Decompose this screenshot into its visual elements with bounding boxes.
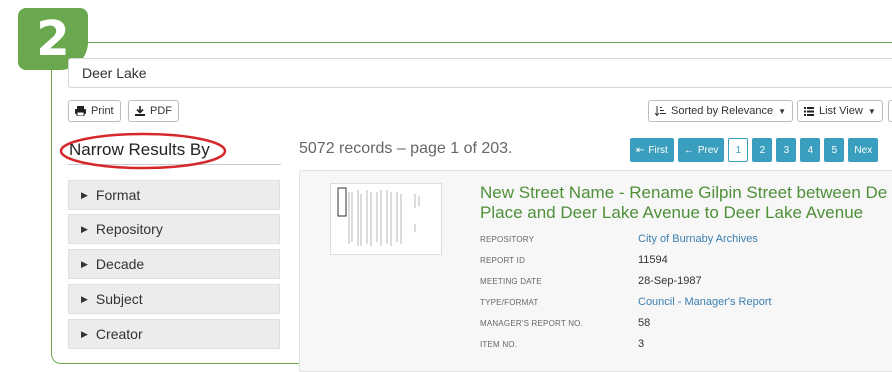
pdf-label: PDF	[150, 105, 172, 117]
facet-decade[interactable]: ▶ Decade	[68, 249, 280, 279]
view-label: List View	[819, 105, 863, 117]
facet-label: Subject	[95, 291, 143, 307]
sort-icon	[655, 106, 666, 116]
sort-dropdown[interactable]: Sorted by Relevance ▼	[648, 100, 794, 122]
facet-subject[interactable]: ▶ Subject	[68, 284, 280, 314]
meta-label-managers-report-no: MANAGER'S REPORT NO.	[480, 319, 584, 328]
meta-label-repository: REPOSITORY	[480, 235, 535, 244]
caret-right-icon: ▶	[81, 328, 88, 339]
first-page-icon: ⇤	[636, 144, 645, 156]
pagination: ⇤ First ← Prev 1 2 3 4 5 Nex	[630, 138, 879, 162]
facet-label: Decade	[95, 256, 145, 272]
prev-page-button[interactable]: ← Prev	[677, 138, 725, 162]
meta-label-item-no: ITEM NO.	[480, 340, 518, 349]
caret-right-icon: ▶	[81, 258, 88, 269]
more-button[interactable]	[888, 100, 892, 122]
chevron-down-icon: ▼	[867, 106, 876, 116]
meta-value-type-format[interactable]: Council - Manager's Report	[638, 296, 772, 308]
first-label: First	[648, 144, 668, 156]
meta-value-managers-report-no: 58	[638, 317, 651, 329]
page-button-4[interactable]: 4	[800, 138, 821, 162]
meta-label-meeting-date: MEETING DATE	[480, 277, 542, 286]
pdf-button[interactable]: PDF	[128, 100, 179, 122]
heading-divider	[68, 164, 281, 165]
result-title-link[interactable]: New Street Name - Rename Gilpin Street b…	[480, 183, 892, 223]
facet-label: Creator	[95, 326, 143, 342]
download-icon	[135, 106, 145, 116]
sort-label: Sorted by Relevance	[671, 105, 774, 117]
print-button[interactable]: Print	[68, 100, 121, 122]
facet-format[interactable]: ▶ Format	[68, 180, 280, 210]
meta-value-repository[interactable]: City of Burnaby Archives	[638, 233, 758, 245]
arrow-left-icon: ←	[683, 144, 694, 156]
meta-label-type-format: TYPE/FORMAT	[480, 298, 539, 307]
next-page-button[interactable]: Nex	[848, 138, 879, 162]
page-button-5[interactable]: 5	[824, 138, 845, 162]
caret-right-icon: ▶	[81, 189, 88, 200]
caret-right-icon: ▶	[81, 293, 88, 304]
facet-repository[interactable]: ▶ Repository	[68, 214, 280, 244]
narrow-results-heading: Narrow Results By	[69, 140, 210, 159]
meta-value-meeting-date: 28-Sep-1987	[638, 275, 702, 287]
facet-creator[interactable]: ▶ Creator	[68, 319, 280, 349]
search-input[interactable]	[68, 58, 892, 88]
caret-right-icon: ▶	[81, 223, 88, 234]
print-label: Print	[91, 105, 114, 117]
meta-value-report-id: 11594	[638, 254, 668, 266]
facet-label: Format	[95, 187, 141, 203]
printer-icon	[75, 106, 86, 116]
facet-label: Repository	[95, 221, 163, 237]
list-icon	[804, 106, 814, 116]
first-page-button[interactable]: ⇤ First	[630, 138, 674, 162]
page-button-2[interactable]: 2	[752, 138, 773, 162]
document-thumbnail[interactable]	[330, 183, 442, 255]
page-button-1[interactable]: 1	[728, 138, 749, 162]
records-count: 5072 records – page 1 of 203.	[299, 140, 513, 157]
page-button-3[interactable]: 3	[776, 138, 797, 162]
meta-label-report-id: REPORT ID	[480, 256, 526, 265]
chevron-down-icon: ▼	[778, 106, 787, 116]
view-dropdown[interactable]: List View ▼	[797, 100, 883, 122]
meta-value-item-no: 3	[638, 338, 645, 350]
prev-label: Prev	[697, 144, 719, 156]
